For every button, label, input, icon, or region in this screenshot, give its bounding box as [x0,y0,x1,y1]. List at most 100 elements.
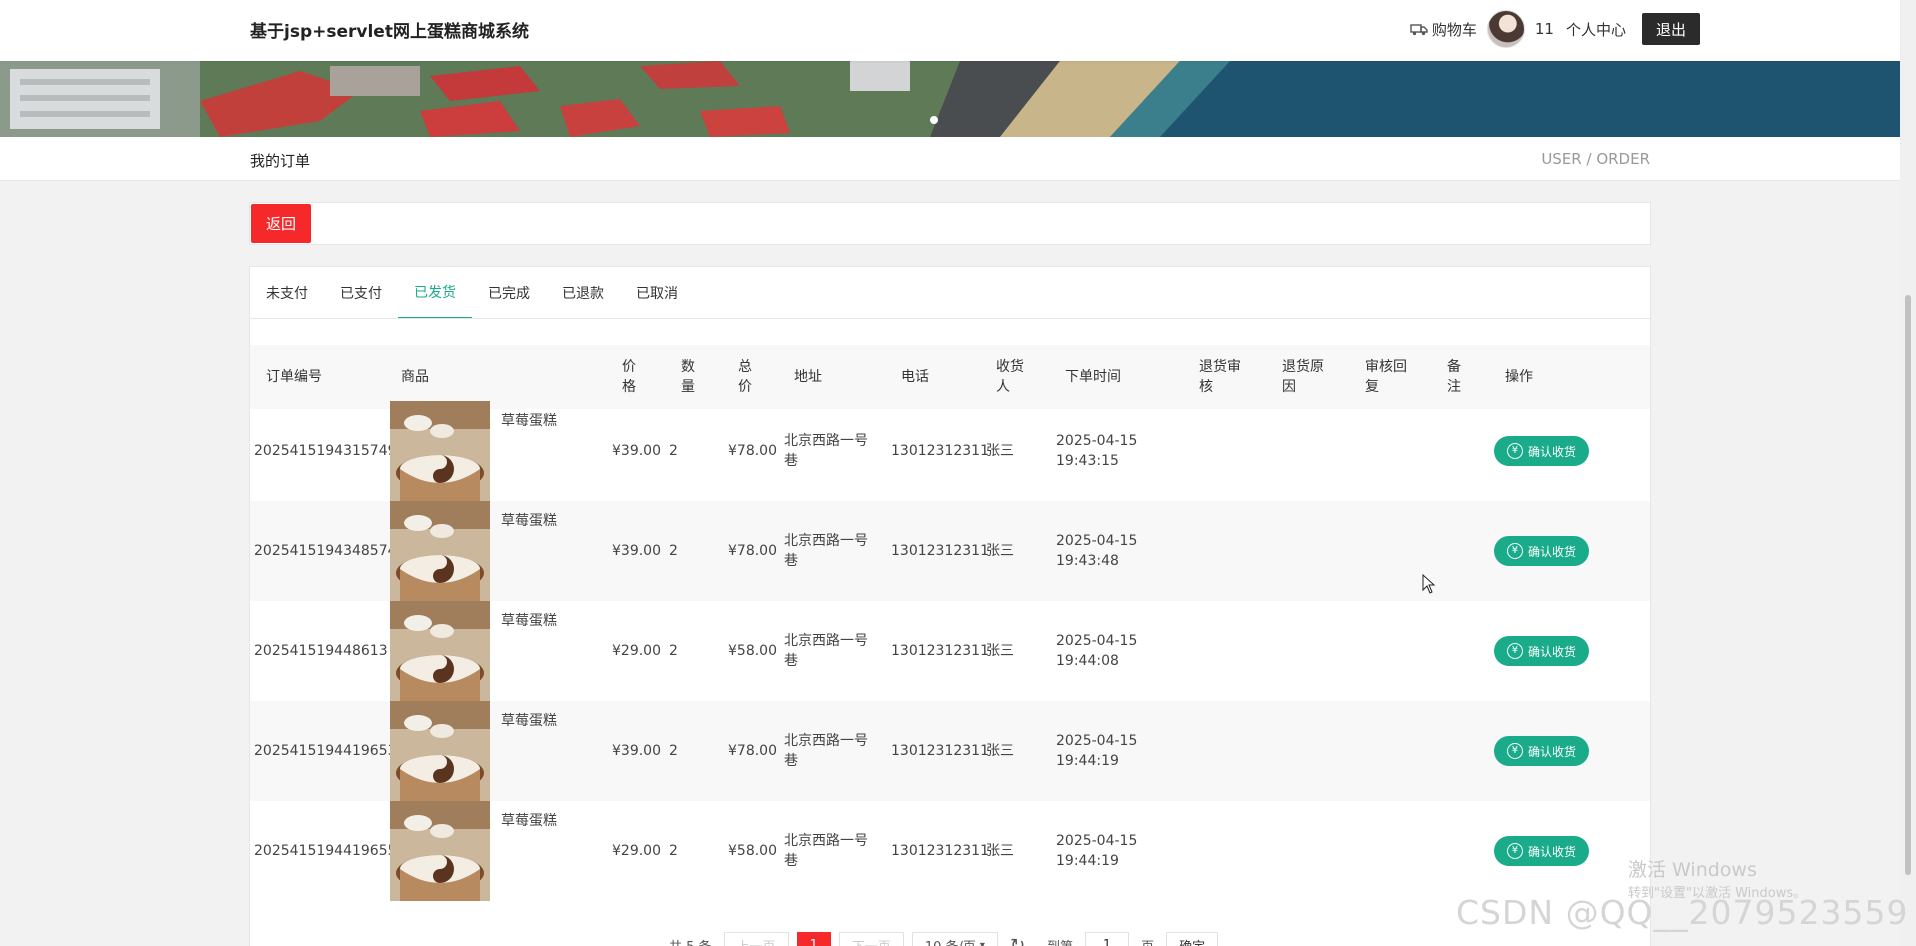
order-time: 19:44:19 [1056,753,1119,769]
banner-image [0,61,1900,137]
tab-completed[interactable]: 已完成 [472,267,546,319]
next-page-button[interactable]: 下一页 [838,932,904,946]
quantity: 2 [669,843,678,859]
order-no: 2025415194419655 [254,843,397,859]
price: ¥29.00 [612,643,661,659]
total-count: 共 5 条 [665,932,716,946]
table-row: 202541519448613 草莓蛋糕 ¥29.00 2 ¥58.00 北京西… [250,601,1650,701]
table-row: 2025415194419655 草莓蛋糕 ¥29.00 2 ¥58.00 北京… [250,801,1650,901]
mouse-cursor-icon [1422,574,1436,594]
product-name[interactable]: 草莓蛋糕 [501,711,557,731]
confirm-receipt-button[interactable]: ¥ 确认收货 [1494,436,1589,466]
receiver: 张三 [986,643,1014,659]
confirm-receipt-button[interactable]: ¥ 确认收货 [1494,836,1589,866]
cart-link[interactable]: 购物车 [1410,19,1477,40]
address: 北京西路一号 巷 [784,533,868,569]
tab-refunded[interactable]: 已退款 [546,267,620,319]
quantity: 2 [669,543,678,559]
cake-image[interactable] [390,401,490,501]
goto-confirm-button[interactable]: 确定 [1166,932,1219,946]
yen-icon: ¥ [1506,843,1523,859]
cake-image[interactable] [390,701,490,801]
receiver: 张三 [986,543,1014,559]
quantity: 2 [669,643,678,659]
price: ¥39.00 [612,743,661,759]
col-total: 总 价 [738,359,752,395]
order-time: 19:44:19 [1056,853,1119,869]
product-name[interactable]: 草莓蛋糕 [501,611,557,631]
yen-icon: ¥ [1506,543,1523,559]
prev-page-button[interactable]: 上一页 [723,932,789,946]
order-date: 2025-04-15 [1056,633,1138,649]
receiver: 张三 [986,443,1014,459]
order-date: 2025-04-15 [1056,833,1138,849]
avatar[interactable] [1486,10,1525,48]
user-nav: 购物车 11 个人中心 退出 [1410,10,1700,48]
scrollbar[interactable] [1900,0,1916,946]
order-date: 2025-04-15 [1056,533,1138,549]
logout-button[interactable]: 退出 [1641,13,1700,45]
breadcrumb: 我的订单 USER / ORDER [0,137,1900,181]
confirm-receipt-button[interactable]: ¥ 确认收货 [1494,636,1589,666]
site-title[interactable]: 基于jsp+servlet网上蛋糕商城系统 [250,17,529,42]
total-price: ¥58.00 [728,843,777,859]
product-name[interactable]: 草莓蛋糕 [501,811,557,831]
return-button[interactable]: 返回 [251,204,311,243]
page-size-select[interactable]: 10 条/页 ▾ [911,932,998,946]
cake-image[interactable] [390,601,490,701]
price: ¥39.00 [612,443,661,459]
col-price: 价 格 [622,359,636,395]
scrollbar-thumb[interactable] [1905,295,1911,875]
address: 北京西路一号 巷 [784,833,868,869]
top-navbar: 基于jsp+servlet网上蛋糕商城系统 购物车 11 个人中心 退出 [0,0,1900,61]
confirm-receipt-button[interactable]: ¥ 确认收货 [1494,536,1589,566]
tab-shipped[interactable]: 已发货 [398,267,472,319]
order-date: 2025-04-15 [1056,433,1138,449]
order-no: 2025415194315749 [254,443,397,459]
table-row: 2025415194348574 草莓蛋糕 ¥39.00 2 ¥78.00 北京… [250,501,1650,601]
yen-icon: ¥ [1506,443,1523,459]
address: 北京西路一号 巷 [784,733,868,769]
cake-image[interactable] [390,801,490,901]
order-time: 19:44:08 [1056,653,1119,669]
username[interactable]: 11 [1535,20,1554,38]
order-no: 202541519448613 [254,643,388,659]
phone: 13012312311 [891,443,989,459]
goto-page-input[interactable]: 1 [1085,932,1130,946]
page-1-button[interactable]: 1 [796,932,831,946]
tab-cancelled[interactable]: 已取消 [620,267,694,319]
confirm-receipt-label: 确认收货 [1527,444,1576,459]
confirm-receipt-label: 确认收货 [1527,644,1576,659]
col-remark: 备 注 [1447,359,1461,395]
product-name[interactable]: 草莓蛋糕 [501,511,557,531]
confirm-receipt-button[interactable]: ¥ 确认收货 [1494,736,1589,766]
receiver: 张三 [986,743,1014,759]
col-refund-review: 退货审 核 [1199,359,1241,395]
col-action: 操作 [1505,369,1533,385]
price: ¥39.00 [612,543,661,559]
total-price: ¥58.00 [728,643,777,659]
confirm-receipt-label: 确认收货 [1527,744,1576,759]
goto-label: 到第 [1043,932,1077,946]
quantity: 2 [669,743,678,759]
quantity: 2 [669,443,678,459]
col-order-no: 订单编号 [266,369,322,385]
tab-unpaid[interactable]: 未支付 [250,267,324,319]
csdn-watermark: CSDN @QQ__2079523559 [1456,893,1909,932]
truck-icon [1410,24,1428,36]
tab-paid[interactable]: 已支付 [324,267,398,319]
col-product: 商品 [401,369,429,385]
user-center-link[interactable]: 个人中心 [1566,19,1626,40]
yen-icon: ¥ [1506,643,1523,659]
phone: 13012312311 [891,543,989,559]
yen-icon: ¥ [1506,743,1523,759]
cake-image[interactable] [390,501,490,601]
confirm-receipt-label: 确认收货 [1527,544,1576,559]
col-refund-reason: 退货原 因 [1282,359,1324,395]
phone: 13012312311 [891,743,989,759]
carousel-dot[interactable] [930,116,938,124]
tab-divider [250,318,1650,319]
refresh-icon[interactable]: ↻ [1006,932,1029,946]
price: ¥29.00 [612,843,661,859]
product-name[interactable]: 草莓蛋糕 [501,411,557,431]
